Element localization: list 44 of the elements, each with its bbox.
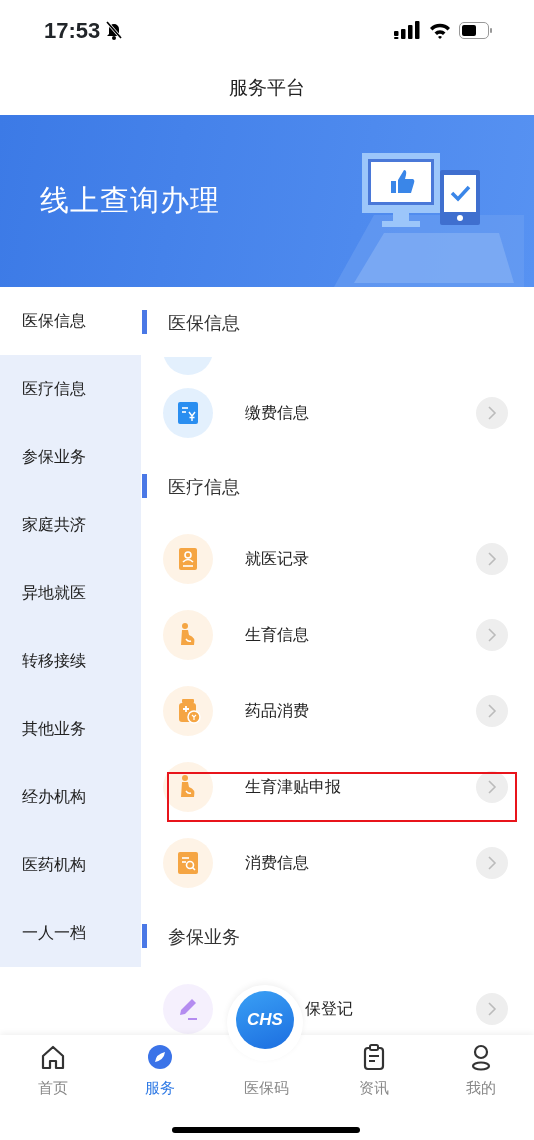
- sidebar-item[interactable]: 异地就医: [0, 559, 141, 627]
- sidebar-item[interactable]: 经办机构: [0, 763, 141, 831]
- bell-off-icon: [104, 20, 125, 40]
- banner-title: 线上查询办理: [40, 182, 220, 220]
- service-label[interactable]: 药品消费: [245, 699, 309, 723]
- section-title: 医保信息: [168, 310, 240, 335]
- sidebar-item[interactable]: 一人一档: [0, 899, 141, 967]
- chevron-icon: [487, 780, 497, 794]
- chevron-icon: [487, 1002, 497, 1016]
- chevron-icon: [487, 856, 497, 870]
- section-marker: [142, 310, 147, 334]
- sidebar-item[interactable]: 医保信息: [0, 287, 141, 355]
- sidebar-item[interactable]: 参保业务: [0, 423, 141, 491]
- sidebar-item[interactable]: 其他业务: [0, 695, 141, 763]
- tab-label[interactable]: 服务: [145, 1077, 176, 1100]
- section-marker: [142, 474, 147, 498]
- sidebar-item[interactable]: 医药机构: [0, 831, 141, 899]
- tab-label[interactable]: 资讯: [358, 1077, 389, 1100]
- tab-label[interactable]: 首页: [38, 1077, 69, 1100]
- section-title: 参保业务: [168, 924, 240, 949]
- chevron-icon: [487, 406, 497, 420]
- chevron-icon: [487, 552, 497, 566]
- chevron-icon: [487, 628, 497, 642]
- status-time: 17:53: [44, 16, 101, 45]
- chevron-button[interactable]: [476, 771, 508, 803]
- tab-label[interactable]: 医保码: [244, 1077, 290, 1100]
- section-marker: [142, 924, 147, 948]
- service-label[interactable]: 保登记: [305, 997, 353, 1021]
- battery-icon: [459, 21, 492, 39]
- wifi-icon: [429, 21, 451, 39]
- service-label[interactable]: 生育信息: [245, 623, 309, 647]
- sidebar-item[interactable]: 医疗信息: [0, 355, 141, 423]
- tab-label[interactable]: 我的: [465, 1077, 496, 1100]
- compass-icon: [146, 1043, 175, 1071]
- service-label[interactable]: 就医记录: [245, 547, 309, 571]
- page-title: 服务平台: [229, 75, 305, 101]
- chevron-icon: [487, 704, 497, 718]
- signal-icon: [394, 21, 421, 39]
- sidebar-item[interactable]: 家庭共济: [0, 491, 141, 559]
- section-title: 医疗信息: [168, 474, 240, 499]
- service-label[interactable]: 消费信息: [245, 851, 309, 875]
- service-label[interactable]: 缴费信息: [245, 401, 309, 425]
- service-label[interactable]: 生育津贴申报: [245, 775, 341, 799]
- sidebar-item[interactable]: 转移接续: [0, 627, 141, 695]
